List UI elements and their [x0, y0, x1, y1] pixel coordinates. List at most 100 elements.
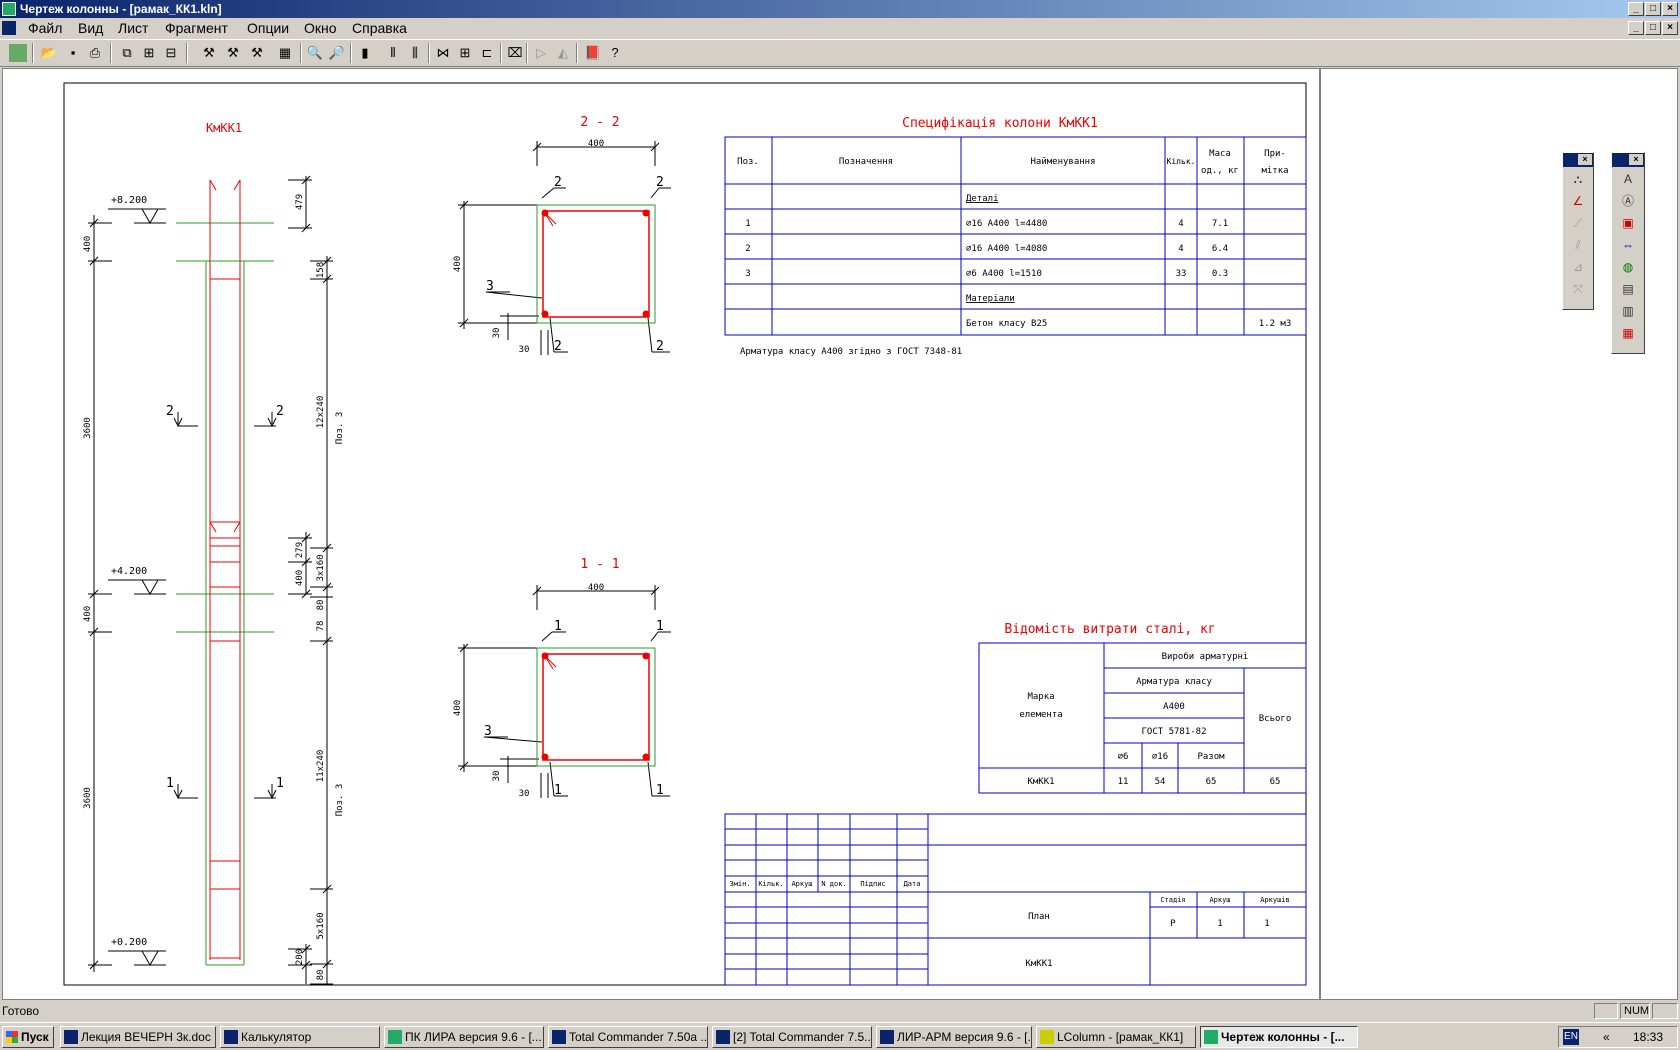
- spec-r3-name: ∅6 А400 l=1510: [966, 269, 1042, 279]
- cut-1-left: 1: [166, 776, 174, 791]
- steel-products: Вироби арматурні: [1162, 651, 1249, 662]
- level-bottom: +0.200: [111, 937, 147, 948]
- steel-class-label: Арматура класу: [1136, 677, 1212, 687]
- lir-arm-icon: [880, 1030, 894, 1044]
- start-button[interactable]: Пуск: [2, 1026, 54, 1048]
- right-dim-11x240: 11x240: [316, 750, 326, 783]
- lcolumn-icon: [1040, 1030, 1054, 1044]
- pos-label-bottom: Поз. 3: [335, 784, 345, 817]
- floppy-icon: [552, 1030, 566, 1044]
- spec-h-note-2: мітка: [1261, 166, 1288, 176]
- task-total-commander-1[interactable]: Total Commander 7.50a ...: [548, 1026, 708, 1048]
- task-word[interactable]: Лекция ВЕЧЕРН 3к.doc ...: [60, 1026, 216, 1048]
- spec-r2-qty: 4: [1178, 244, 1183, 254]
- steel-mark-label-1: Марка: [1027, 692, 1054, 702]
- spec-r5-name: Бетон класу В25: [966, 319, 1047, 329]
- stamp-sheets-h: Аркушів: [1260, 896, 1290, 904]
- stamp-sheet-h: Аркуш: [1209, 896, 1230, 904]
- spec-r3-qty: 33: [1176, 269, 1187, 279]
- task-lcolumn[interactable]: LColumn - [рамак_КК1]: [1036, 1026, 1196, 1048]
- leader-tool-icon[interactable]: ⊿: [1567, 257, 1589, 277]
- right-dim-279: 279: [295, 542, 305, 558]
- lines-tool-icon[interactable]: ⫽: [1567, 235, 1589, 255]
- stamp-mark: КмКК1: [1025, 959, 1052, 969]
- sec22-mark-3: 3: [486, 279, 494, 294]
- right-dim-12x240: 12x240: [316, 396, 326, 429]
- cut-2-right: 2: [276, 404, 284, 419]
- steel-row-sum: 65: [1206, 777, 1217, 787]
- steel-row-d6: 11: [1118, 777, 1129, 787]
- column-drawing-icon: [1204, 1030, 1218, 1044]
- page-tool-icon[interactable]: ▥: [1617, 301, 1639, 321]
- stamp-plan: План: [1028, 912, 1050, 922]
- spec-r4-name: Матеріали: [966, 294, 1015, 304]
- left-dim-2: 3600: [83, 417, 93, 439]
- left-dim-1: 400: [83, 236, 93, 252]
- section-11-title: 1 - 1: [580, 557, 619, 572]
- stamp-tool-icon[interactable]: ▦: [1617, 323, 1639, 343]
- word-icon: [64, 1030, 78, 1044]
- spec-r2-mass: 6.4: [1212, 244, 1228, 254]
- floppy-icon-2: [716, 1030, 730, 1044]
- level-top: +8.200: [111, 195, 147, 206]
- palette-close-icon[interactable]: ×: [1578, 154, 1592, 165]
- right-dim-158: 158: [316, 262, 326, 278]
- cut-2-left: 2: [166, 404, 174, 419]
- spec-title: Специфікація колони КмКК1: [902, 116, 1098, 131]
- sec11-mark-br: 1: [656, 783, 664, 798]
- spec-r1-pos: 1: [745, 219, 750, 229]
- language-indicator[interactable]: EN: [1563, 1029, 1579, 1045]
- sec22-width: 400: [588, 139, 604, 149]
- spec-h-name: Найменування: [1030, 157, 1095, 167]
- task-lira[interactable]: ПК ЛИРА версия 9.6 - [...: [384, 1026, 544, 1048]
- spec-r1-mass: 7.1: [1212, 219, 1228, 229]
- text-tool-icon[interactable]: A: [1617, 169, 1639, 189]
- steel-row-mark: КмКК1: [1027, 777, 1054, 787]
- left-dim-3: 400: [83, 606, 93, 622]
- table-tool-icon[interactable]: ▤: [1617, 279, 1639, 299]
- steel-row-total: 65: [1270, 777, 1281, 787]
- task-total-commander-2[interactable]: [2] Total Commander 7.5...: [712, 1026, 872, 1048]
- spec-h-mass-2: од., кг: [1201, 166, 1239, 176]
- sec11-mark-bl: 1: [554, 783, 562, 798]
- status-panel-caps: [1594, 1003, 1618, 1019]
- image-tool-icon[interactable]: ▣: [1617, 213, 1639, 233]
- task-calculator[interactable]: Калькулятор: [220, 1026, 380, 1048]
- right-dim-479: 479: [295, 194, 305, 210]
- steel-class: А400: [1163, 702, 1185, 712]
- taskbar: Пуск Лекция ВЕЧЕРН 3к.doc ... Калькулято…: [0, 1022, 1680, 1050]
- stamp-stage-h: Стадія: [1160, 896, 1185, 904]
- sec11-width: 400: [588, 583, 604, 593]
- stamp-stage: Р: [1170, 919, 1176, 929]
- clock: 18:33: [1633, 1030, 1664, 1044]
- globe-tool-icon[interactable]: ◍: [1617, 257, 1639, 277]
- sec22-mark-bl: 2: [554, 339, 562, 354]
- spec-h-mass-1: Маса: [1209, 149, 1231, 159]
- angle-tool-icon[interactable]: ∠: [1567, 191, 1589, 211]
- sec11-mark-tr: 1: [656, 619, 664, 634]
- steel-row-d16: 54: [1155, 777, 1166, 787]
- sec22-mark-tl: 2: [554, 175, 562, 190]
- steel-d16: ∅16: [1152, 752, 1168, 762]
- right-dim-3x160: 3x160: [316, 554, 326, 581]
- spec-r2-name: ∅16 А400 l=4080: [966, 244, 1047, 254]
- palette2-close-icon[interactable]: ×: [1629, 154, 1643, 165]
- spec-r3-pos: 3: [745, 269, 750, 279]
- stamp-col-sign: Підпис: [860, 880, 885, 888]
- sec22-mark-br: 2: [656, 339, 664, 354]
- sec22-mark-tr: 2: [656, 175, 664, 190]
- cross-tool-icon[interactable]: ⤧: [1567, 279, 1589, 299]
- sec22-cover-v: 30: [492, 328, 502, 339]
- node-tool-icon[interactable]: ⛬: [1567, 169, 1589, 189]
- sec11-cover-h: 30: [519, 789, 530, 799]
- dimension-tool-icon[interactable]: ⇔: [1617, 235, 1639, 255]
- calculator-icon: [224, 1030, 238, 1044]
- stamp-col-change: Змін.: [729, 880, 750, 888]
- text-tools-palette: × A Ⓐ ▣ ⇔ ◍ ▤ ▥ ▦: [1611, 152, 1645, 354]
- line-tool-icon[interactable]: ⟋: [1567, 213, 1589, 233]
- task-column-drawing[interactable]: Чертеж колонны - [...: [1200, 1026, 1358, 1048]
- tray-expand-icon[interactable]: «: [1603, 1027, 1610, 1047]
- sec11-mark-tl: 1: [554, 619, 562, 634]
- task-lir-arm[interactable]: ЛИР-АРМ версия 9.6 - [...: [876, 1026, 1032, 1048]
- text-box-tool-icon[interactable]: Ⓐ: [1617, 191, 1639, 211]
